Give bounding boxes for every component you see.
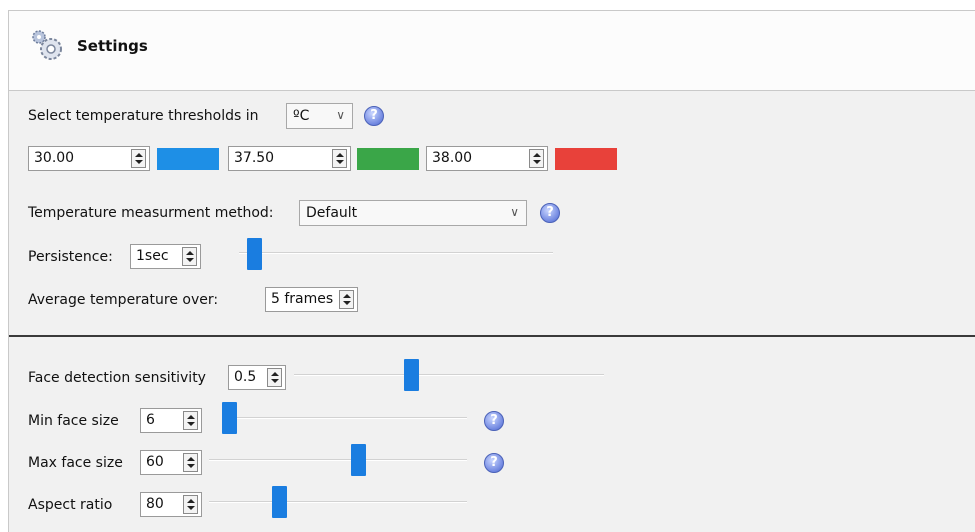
help-icon[interactable]: ? — [484, 411, 504, 431]
mid-threshold-value: 37.50 — [234, 150, 275, 166]
max-face-value: 60 — [146, 454, 164, 470]
help-icon[interactable]: ? — [484, 453, 504, 473]
aspect-ratio-value: 80 — [146, 496, 164, 512]
face-sensitivity-label: Face detection sensitivity — [28, 370, 206, 386]
settings-panel: Settings Select temperature thresholds i… — [8, 10, 975, 532]
face-sensitivity-slider-handle[interactable] — [404, 359, 419, 391]
settings-header: Settings — [9, 11, 975, 91]
mid-threshold-stepper[interactable]: 37.50 — [228, 146, 351, 171]
persistence-stepper[interactable]: 1sec — [130, 244, 201, 269]
face-sensitivity-value: 0.5 — [234, 369, 257, 385]
min-face-value: 6 — [146, 412, 155, 428]
mid-threshold-color-swatch[interactable] — [357, 148, 419, 170]
help-icon[interactable]: ? — [364, 106, 384, 126]
high-threshold-stepper[interactable]: 38.00 — [426, 146, 548, 171]
help-icon[interactable]: ? — [540, 203, 560, 223]
average-label: Average temperature over: — [28, 292, 219, 308]
aspect-ratio-label: Aspect ratio — [28, 497, 113, 513]
high-threshold-value: 38.00 — [432, 150, 473, 166]
chevron-down-icon: ∨ — [336, 108, 345, 122]
min-face-label: Min face size — [28, 413, 119, 429]
aspect-ratio-slider-handle[interactable] — [272, 486, 287, 518]
method-select[interactable]: Default ∨ — [299, 200, 527, 226]
max-face-slider-handle[interactable] — [351, 444, 366, 476]
low-threshold-color-swatch[interactable] — [157, 148, 219, 170]
face-sensitivity-slider-track[interactable] — [294, 374, 604, 376]
page-title: Settings — [77, 37, 148, 55]
threshold-label: Select temperature thresholds in — [28, 108, 259, 124]
persistence-label: Persistence: — [28, 249, 113, 265]
persistence-slider-track[interactable] — [239, 252, 553, 254]
spin-arrows-icon[interactable] — [183, 495, 198, 514]
chevron-down-icon: ∨ — [510, 205, 519, 219]
spin-arrows-icon[interactable] — [183, 411, 198, 430]
spin-arrows-icon[interactable] — [529, 149, 544, 168]
low-threshold-stepper[interactable]: 30.00 — [28, 146, 150, 171]
spin-arrows-icon[interactable] — [131, 149, 146, 168]
spin-arrows-icon[interactable] — [332, 149, 347, 168]
average-frames-stepper[interactable]: 5 frames — [265, 287, 358, 312]
section-divider — [9, 335, 975, 337]
spin-arrows-icon[interactable] — [182, 247, 197, 266]
low-threshold-value: 30.00 — [34, 150, 75, 166]
face-sensitivity-stepper[interactable]: 0.5 — [228, 365, 286, 390]
spin-arrows-icon[interactable] — [339, 290, 354, 309]
gear-icon — [29, 28, 67, 64]
max-face-stepper[interactable]: 60 — [140, 450, 202, 475]
min-face-slider-handle[interactable] — [222, 402, 237, 434]
aspect-ratio-slider-track[interactable] — [209, 501, 467, 503]
method-label: Temperature measurment method: — [28, 205, 274, 221]
min-face-stepper[interactable]: 6 — [140, 408, 202, 433]
max-face-label: Max face size — [28, 455, 123, 471]
max-face-slider-track[interactable] — [209, 459, 467, 461]
persistence-slider-handle[interactable] — [247, 238, 262, 270]
aspect-ratio-stepper[interactable]: 80 — [140, 492, 202, 517]
high-threshold-color-swatch[interactable] — [555, 148, 617, 170]
unit-select[interactable]: ºC ∨ — [286, 103, 353, 129]
spin-arrows-icon[interactable] — [183, 453, 198, 472]
average-frames-value: 5 frames — [271, 291, 334, 307]
min-face-slider-track[interactable] — [222, 417, 467, 419]
unit-select-value: ºC — [293, 108, 310, 124]
method-select-value: Default — [306, 205, 358, 221]
spin-arrows-icon[interactable] — [267, 368, 282, 387]
persistence-value: 1sec — [136, 248, 169, 264]
